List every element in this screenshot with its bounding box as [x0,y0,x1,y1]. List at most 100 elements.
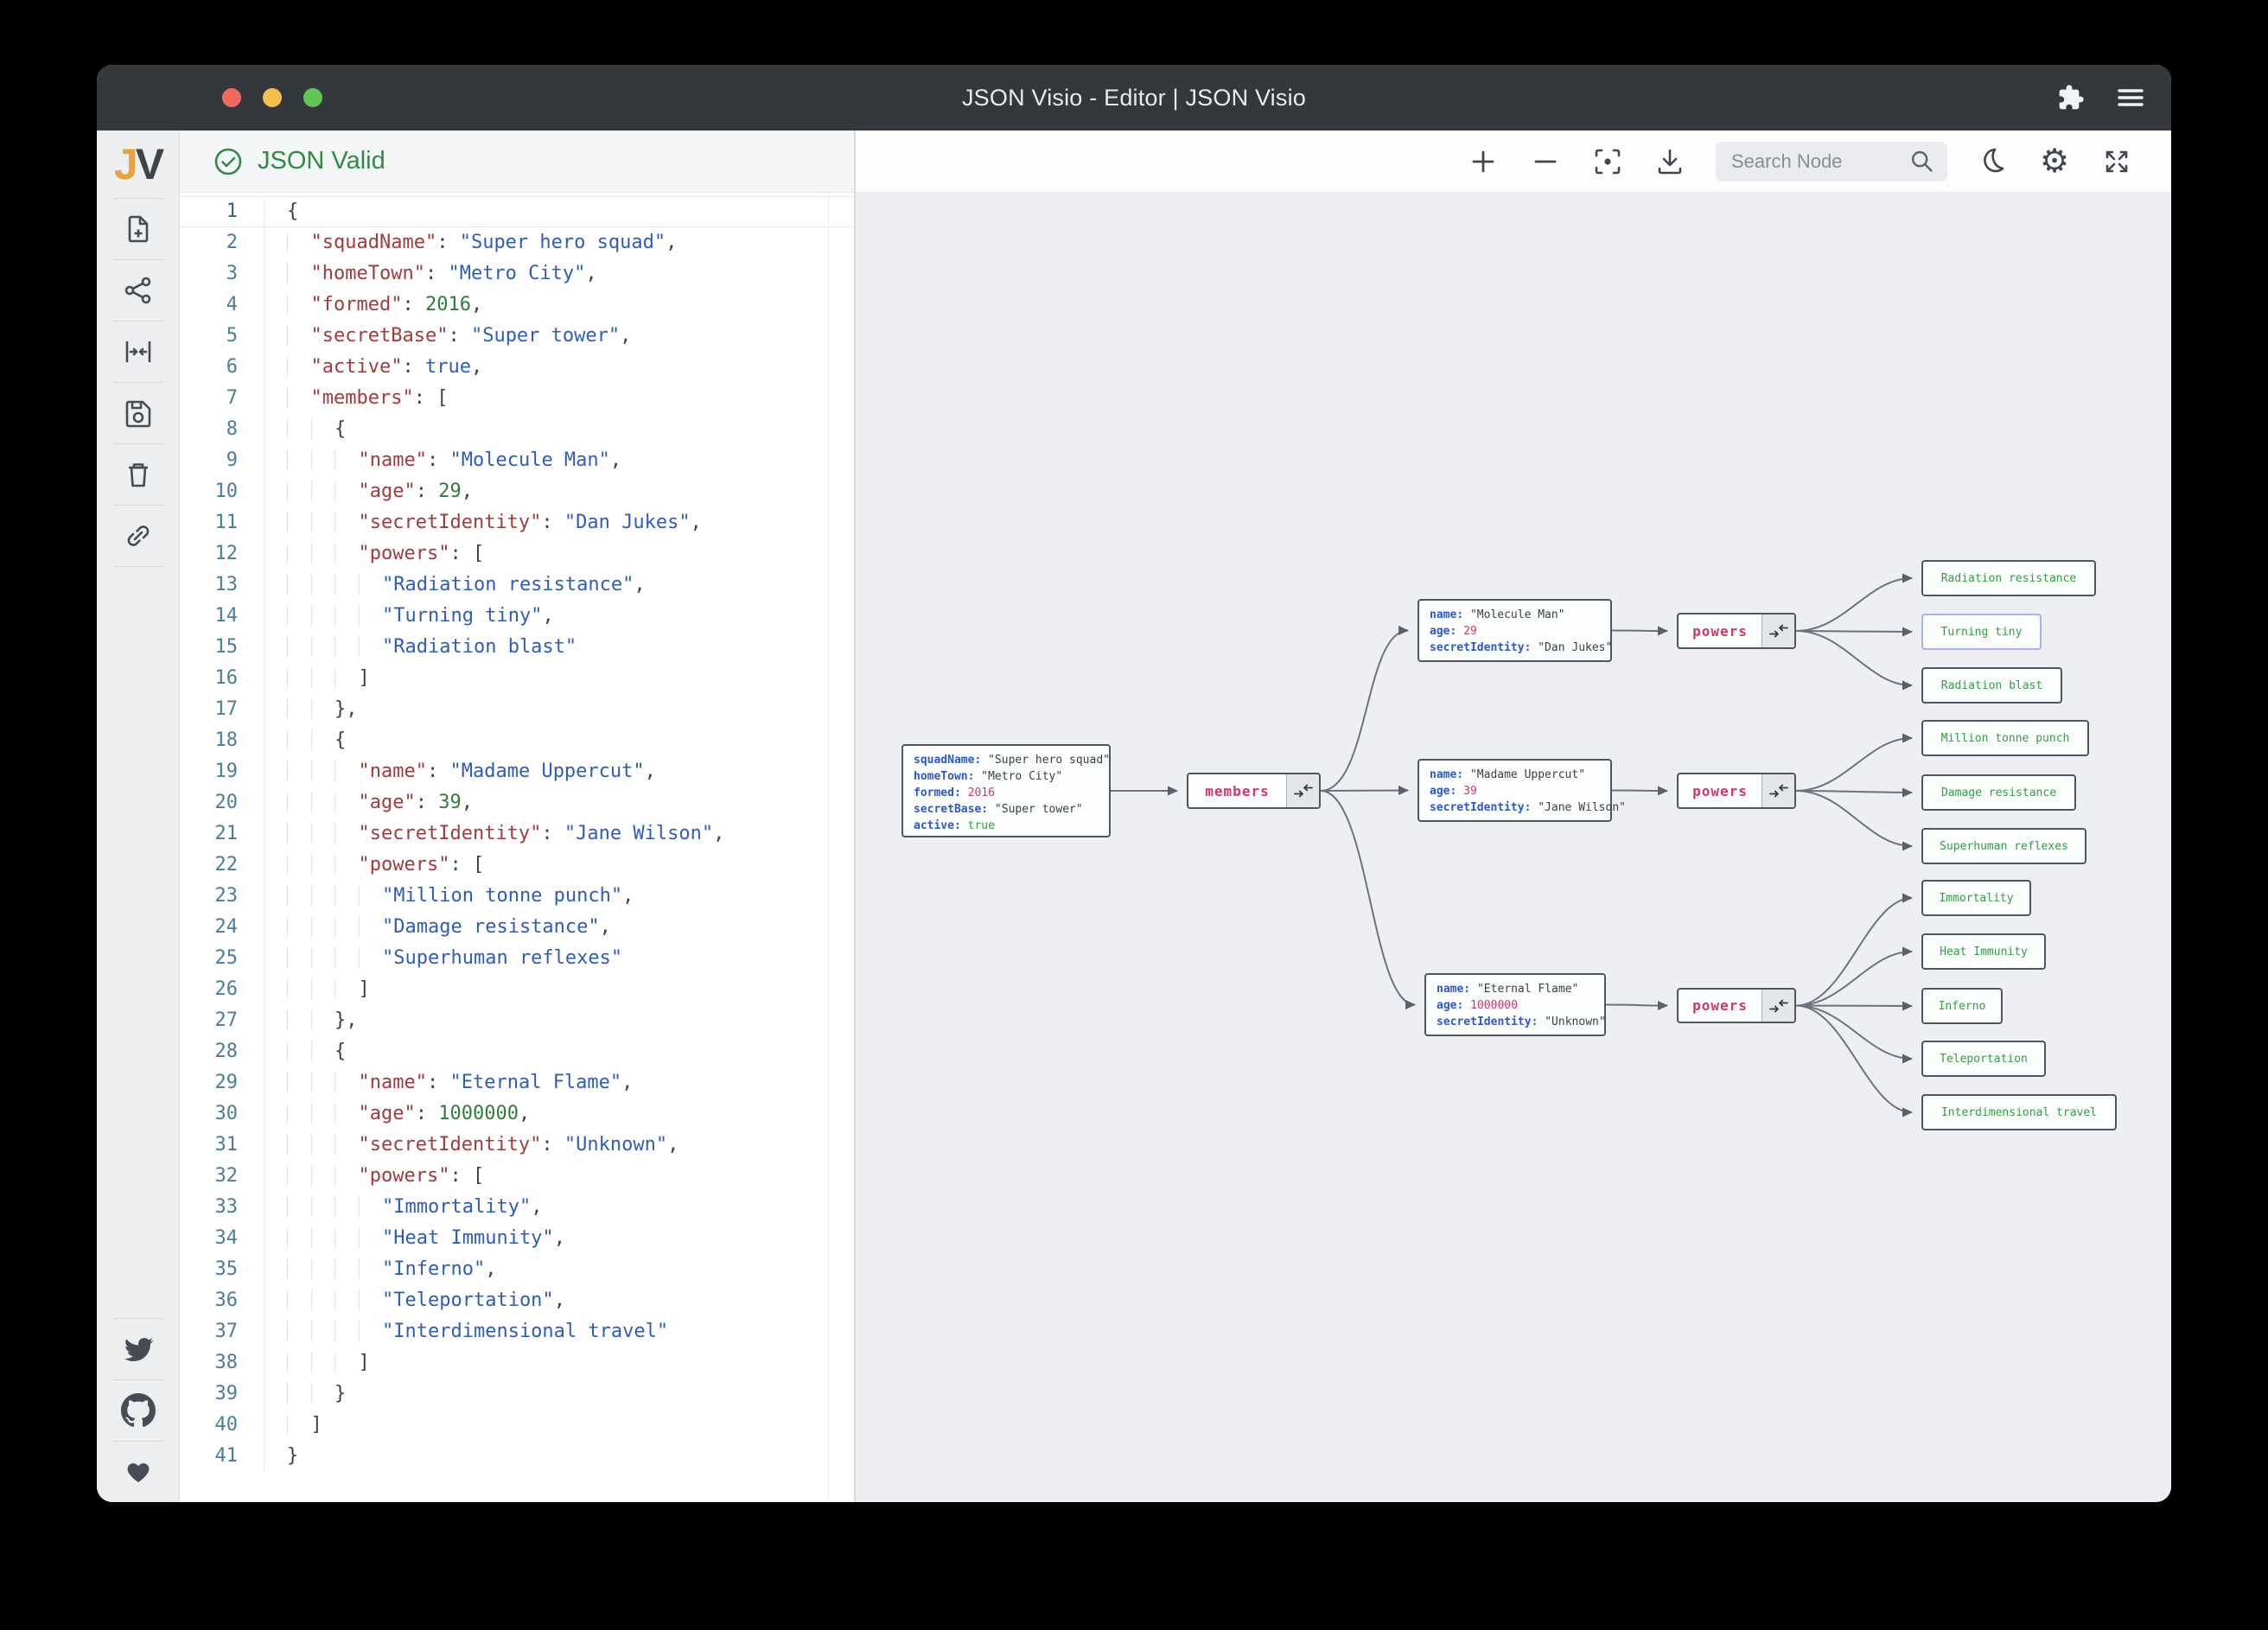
graph-share-button[interactable] [97,260,180,321]
minimize-button[interactable] [263,88,282,107]
graph-leaf-power[interactable]: Superhuman reflexes [1921,828,2086,864]
download-button[interactable] [1649,141,1691,182]
graph-node-powers-1[interactable]: powers [1677,773,1796,809]
github-icon [120,1393,156,1428]
new-document-button[interactable] [97,199,180,259]
settings-button[interactable]: ⚙ [2034,141,2075,182]
code-line: { [264,414,854,445]
node-row: age: 39 [1430,785,1477,798]
center-view-icon [125,341,150,363]
search-node-input[interactable] [1731,150,1908,173]
collapse-button[interactable] [1286,774,1319,807]
graph-node-member-0[interactable]: name: "Molecule Man" age: 29 secretIdentit… [1418,599,1612,662]
json-valid-label: JSON Valid [258,147,385,175]
editor-line: 28 { [180,1036,854,1067]
zoom-in-button[interactable] [1462,141,1504,182]
link-button[interactable] [97,506,180,566]
editor-line: 23 "Million tonne punch", [180,881,854,912]
code-line: "name": "Eternal Flame", [264,1067,854,1098]
sponsor-button[interactable] [97,1442,180,1502]
graph-node-member-1[interactable]: name: "Madame Uppercut" age: 39 secretIden… [1418,759,1626,822]
menu-icon[interactable] [2116,85,2145,111]
graph-leaf-power[interactable]: Heat Immunity [1921,933,2046,970]
center-focus-icon [1595,149,1621,175]
graph-node-powers-0[interactable]: powers [1677,613,1796,649]
graph-leaf-power[interactable]: Turning tiny [1921,614,2042,650]
line-number: 16 [180,663,264,694]
json-editor[interactable]: 1{2 "squadName": "Super hero squad", 3 "h… [180,193,854,1502]
code-line: { [287,201,299,222]
zoom-button[interactable] [303,88,322,107]
fullscreen-icon [2106,150,2128,173]
editor-line: 26 ] [180,974,854,1005]
editor-line: 19 "name": "Madame Uppercut", [180,756,854,787]
zoom-out-button[interactable] [1525,141,1566,182]
editor-line: 1{ [180,196,854,227]
editor-line: 31 "secretIdentity": "Unknown", [180,1130,854,1161]
fullscreen-button[interactable] [2096,141,2137,182]
heart-icon [127,1463,149,1482]
delete-button[interactable] [97,444,180,505]
center-focus-button[interactable] [1587,141,1628,182]
collapse-button[interactable] [1762,614,1794,647]
graph-leaf-power[interactable]: Radiation blast [1921,667,2062,704]
code-line: "members": [ [264,383,854,414]
graph-leaf-power[interactable]: Teleportation [1921,1041,2046,1077]
graph-leaf-power[interactable]: Radiation resistance [1921,560,2096,596]
line-number: 41 [180,1441,264,1472]
code-line: "Radiation blast" [264,632,854,663]
close-button[interactable] [222,88,241,107]
line-number: 19 [180,756,264,787]
extension-icon[interactable] [2057,84,2085,111]
titlebar: JSON Visio - Editor | JSON Visio [97,65,2171,131]
line-number: 38 [180,1347,264,1378]
code-line: "age": 39, [264,787,854,818]
dark-mode-button[interactable] [1972,141,2013,182]
twitter-icon [124,1338,153,1362]
graph-leaf-power[interactable]: Interdimensional travel [1921,1094,2117,1130]
line-number: 17 [180,694,264,725]
graph-node-member-2[interactable]: name: "Eternal Flame" age: 1000000 secretI… [1424,973,1606,1036]
save-button[interactable] [97,383,180,443]
node-label: powers [1692,782,1748,799]
line-number: 31 [180,1130,264,1161]
editor-line: 41} [180,1441,854,1472]
line-number: 5 [180,321,264,352]
code-line: "secretIdentity": "Jane Wilson", [264,818,854,850]
line-number: 9 [180,445,264,476]
line-number: 30 [180,1098,264,1130]
graph-canvas[interactable]: squadName: "Super hero squad" homeTown: "… [856,193,2171,1502]
github-button[interactable] [97,1380,180,1441]
line-number: 14 [180,601,264,632]
code-line: "Turning tiny", [264,601,854,632]
graph-node-powers-2[interactable]: powers [1677,988,1796,1023]
twitter-button[interactable] [97,1319,180,1379]
editor-line: 14 "Turning tiny", [180,601,854,632]
code-line: ] [264,974,854,1005]
graph-leaf-power[interactable]: Immortality [1921,880,2031,916]
graph-node-root[interactable]: squadName: "Super hero squad" homeTown: "… [901,744,1111,837]
editor-line: 16 ] [180,663,854,694]
collapse-button[interactable] [1762,774,1794,807]
node-row: homeTown: "Metro City" [914,770,1063,783]
line-number: 15 [180,632,264,663]
line-number: 1 [180,197,264,226]
app-logo[interactable]: JV [114,131,164,198]
graph-leaf-power[interactable]: Damage resistance [1921,774,2076,811]
line-number: 40 [180,1410,264,1441]
graph-pane: ⚙ squadName: "Super hero squad" homeTown:… [856,131,2171,1502]
editor-line: 37 "Interdimensional travel" [180,1316,854,1347]
line-number: 36 [180,1285,264,1316]
graph-leaf-power[interactable]: Inferno [1921,988,2003,1024]
graph-leaf-power[interactable]: Million tonne punch [1921,720,2089,756]
center-view-button[interactable] [97,322,180,382]
collapse-icon [1768,624,1788,638]
search-icon[interactable] [1908,147,1937,176]
collapse-button[interactable] [1762,990,1794,1022]
line-number: 29 [180,1067,264,1098]
editor-pane: JSON Valid 1{2 "squadName": "Super hero … [180,131,856,1502]
line-number: 4 [180,290,264,321]
graph-node-members[interactable]: members [1187,773,1321,809]
editor-line: 21 "secretIdentity": "Jane Wilson", [180,818,854,850]
editor-line: 20 "age": 39, [180,787,854,818]
